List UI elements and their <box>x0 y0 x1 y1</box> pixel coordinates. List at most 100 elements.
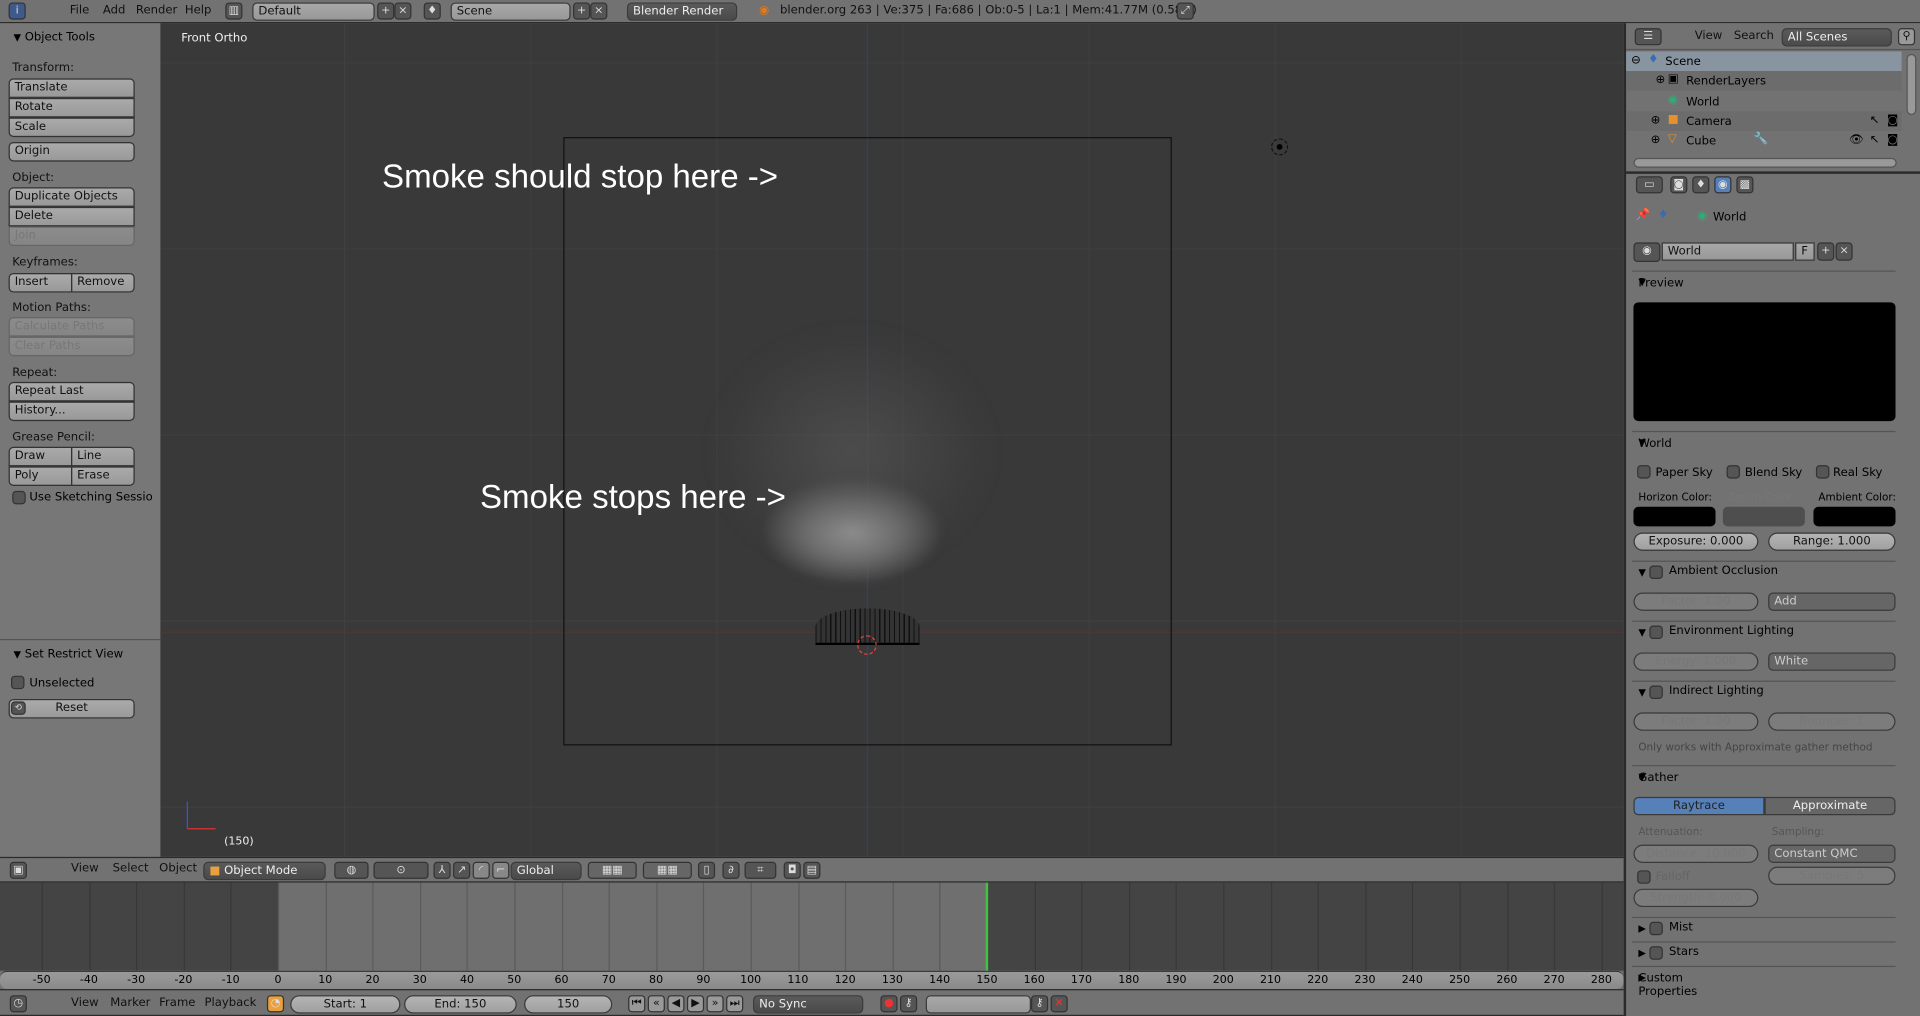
jump-keyframe-back-icon[interactable]: « <box>647 995 665 1013</box>
distance-field[interactable]: Distance: 10.000 <box>1633 844 1759 863</box>
range-field[interactable]: Range: 1.000 <box>1768 532 1896 551</box>
reset-button[interactable]: Reset <box>8 698 135 719</box>
viewport-shading-icon[interactable]: ◍ <box>334 861 369 879</box>
object-tools-header[interactable]: ▼ Object Tools <box>13 31 95 44</box>
sampling-method-select[interactable]: Constant QMC <box>1768 844 1896 863</box>
layers-2-icon[interactable]: ▦▦ <box>642 861 692 879</box>
world-panel-header[interactable]: ▼ World <box>1632 430 1896 450</box>
menu-file[interactable]: File <box>70 4 89 17</box>
menu-search[interactable]: Search <box>1734 29 1774 42</box>
keying-set-field[interactable] <box>925 995 1032 1014</box>
outliner-item-cube[interactable]: ⊕ ▽ Cube 🔧 👁 ↖ ◙ <box>1626 131 1902 151</box>
3d-viewport[interactable]: Front Ortho Smoke should stop here -> Sm… <box>160 23 1624 857</box>
menu-select[interactable]: Select <box>113 862 149 875</box>
indirect-factor-field[interactable]: Factor: 1.00 <box>1633 712 1759 731</box>
menu-render[interactable]: Render <box>136 4 177 17</box>
fake-user-button[interactable]: F <box>1795 242 1815 261</box>
raytrace-toggle[interactable]: Raytrace <box>1633 796 1765 816</box>
playhead[interactable] <box>985 882 989 971</box>
samples-field[interactable]: Samples: 5 <box>1768 866 1896 886</box>
poly-button[interactable]: Poly <box>8 466 73 486</box>
scene-field[interactable]: Scene <box>450 2 571 21</box>
select-icon[interactable]: ↖ <box>1870 114 1880 127</box>
record-icon[interactable]: ● <box>880 995 898 1013</box>
ao-checkbox[interactable] <box>1649 565 1663 579</box>
world-browse-icon[interactable]: ◉ <box>1633 242 1661 262</box>
remove-keyframe-button[interactable]: Remove <box>71 272 135 293</box>
menu-object[interactable]: Object <box>159 862 197 875</box>
properties-editor-icon[interactable]: ▭ <box>1635 176 1663 194</box>
unlink-world-icon[interactable]: × <box>1835 242 1853 261</box>
sketching-session-checkbox[interactable] <box>12 490 26 505</box>
jump-end-icon[interactable]: ⏭ <box>726 995 744 1013</box>
blend-sky-checkbox[interactable] <box>1726 465 1741 479</box>
orientation-select[interactable]: Global <box>510 861 582 881</box>
ambient-color-swatch[interactable] <box>1813 506 1896 527</box>
editor-type-icon[interactable]: ▣ <box>9 861 27 879</box>
menu-view[interactable]: View <box>1695 29 1723 42</box>
snap-icon[interactable]: ⌗ <box>744 861 777 879</box>
insert-keyframe-button[interactable]: Insert <box>8 272 73 293</box>
add-screen-icon[interactable]: + <box>377 2 395 20</box>
bounces-field[interactable]: Bounces: 1 <box>1768 712 1896 731</box>
ao-panel-header[interactable]: ▼ Ambient Occlusion <box>1632 560 1896 579</box>
menu-add[interactable]: Add <box>103 4 126 17</box>
insert-keyframe-icon[interactable]: ⚷ <box>1031 995 1049 1013</box>
outliner-item-renderlayers[interactable]: ⊕ ▣ RenderLayers <box>1626 70 1902 91</box>
unselected-checkbox[interactable] <box>11 675 25 690</box>
rotate-manipulator-icon[interactable]: ◜ <box>472 861 490 879</box>
falloff-checkbox[interactable] <box>1637 870 1651 884</box>
env-color-select[interactable]: White <box>1768 652 1896 671</box>
timeline-area[interactable] <box>0 882 1624 971</box>
paper-sky-checkbox[interactable] <box>1637 465 1651 479</box>
delete-keyframe-icon[interactable]: ✕ <box>1050 995 1068 1013</box>
stars-checkbox[interactable] <box>1649 946 1663 960</box>
menu-frame[interactable]: Frame <box>159 996 195 1009</box>
jump-start-icon[interactable]: ⏮ <box>628 995 646 1013</box>
indirect-panel-header[interactable]: ▼ Indirect Lighting <box>1632 680 1896 699</box>
info-editor-icon[interactable]: i <box>8 2 26 20</box>
outliner-editor-icon[interactable]: ☰ <box>1634 28 1662 46</box>
play-icon[interactable]: ▶ <box>686 995 705 1013</box>
env-panel-header[interactable]: ▼ Environment Lighting <box>1632 620 1896 639</box>
layer-lock-icon[interactable]: ▯ <box>697 861 716 879</box>
history-button[interactable]: History... <box>8 401 135 422</box>
pivot-point-icon[interactable]: ⊙ <box>373 861 429 879</box>
menu-playback[interactable]: Playback <box>204 996 256 1009</box>
zenith-color-swatch[interactable] <box>1722 506 1805 527</box>
translate-button[interactable]: Translate <box>8 78 135 98</box>
proportional-edit-icon[interactable]: ∂ <box>722 861 740 879</box>
strength-field[interactable]: Strength: 0.000 <box>1633 888 1759 908</box>
render-animation-icon[interactable]: ▤ <box>803 861 821 879</box>
world-name-field[interactable]: World <box>1661 242 1794 261</box>
scale-button[interactable]: Scale <box>8 117 135 138</box>
preview-range-icon[interactable]: ◔ <box>266 995 285 1013</box>
select-icon[interactable]: ↖ <box>1870 133 1880 146</box>
outliner-v-scrollbar[interactable] <box>1906 53 1917 116</box>
gather-panel-header[interactable]: ▼ Gather <box>1632 765 1896 785</box>
menu-help[interactable]: Help <box>185 4 212 17</box>
rotate-button[interactable]: Rotate <box>8 97 135 118</box>
duplicate-objects-button[interactable]: Duplicate Objects <box>8 187 135 207</box>
start-frame-field[interactable]: Start: 1 <box>290 995 401 1014</box>
mode-select[interactable]: ■ Object Mode <box>203 861 326 881</box>
indirect-lighting-checkbox[interactable] <box>1649 685 1663 699</box>
screen-layout-icon[interactable]: ▥ <box>225 2 243 20</box>
new-world-icon[interactable]: + <box>1817 242 1835 261</box>
erase-button[interactable]: Erase <box>71 466 135 486</box>
render-tab-icon[interactable]: ◙ <box>1670 176 1688 194</box>
ao-factor-field[interactable]: Factor: 1.00 <box>1633 592 1759 611</box>
end-frame-field[interactable]: End: 150 <box>404 995 517 1014</box>
texture-tab-icon[interactable]: ▩ <box>1736 176 1754 194</box>
display-mode-select[interactable]: All Scenes <box>1781 28 1892 47</box>
outliner-h-scrollbar[interactable] <box>1633 157 1897 168</box>
keying-icon[interactable]: ⚷ <box>900 995 918 1013</box>
restrict-view-header[interactable]: ▼ Set Restrict View <box>13 648 123 661</box>
menu-view[interactable]: View <box>71 862 99 875</box>
translate-manipulator-icon[interactable]: ↗ <box>453 861 471 879</box>
custom-properties-header[interactable]: ▶ Custom Properties <box>1632 965 1896 999</box>
origin-button[interactable]: Origin <box>8 141 135 162</box>
join-button[interactable]: Join <box>8 226 135 247</box>
lamp-object[interactable] <box>1271 138 1289 156</box>
real-sky-checkbox[interactable] <box>1815 465 1830 479</box>
